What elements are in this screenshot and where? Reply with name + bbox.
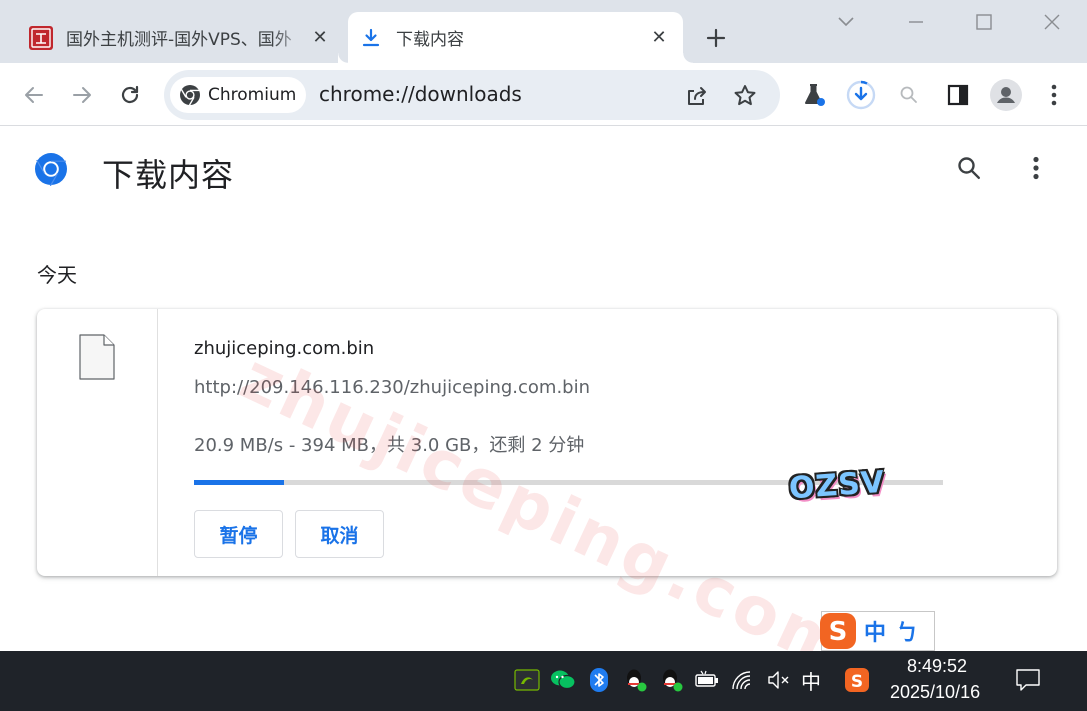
close-tab-icon[interactable]: ✕: [647, 26, 671, 50]
close-window-button[interactable]: [1032, 8, 1072, 36]
labs-button[interactable]: [796, 77, 832, 113]
share-icon: [688, 87, 706, 105]
zoom-search-button[interactable]: [891, 77, 927, 113]
download-file-name[interactable]: zhujiceping.com.bin: [194, 338, 374, 359]
notification-center-button[interactable]: [1012, 663, 1044, 697]
close-tab-icon[interactable]: ✕: [308, 26, 332, 50]
svg-text:S: S: [851, 672, 863, 692]
chrome-logo-icon: [35, 153, 67, 186]
share-button[interactable]: [681, 80, 713, 112]
ime-mode-label[interactable]: 中: [864, 615, 886, 647]
download-progress-icon: [846, 80, 876, 110]
chevron-down-icon: [838, 17, 854, 27]
reload-button[interactable]: [112, 77, 148, 113]
arrow-left-icon: [25, 87, 43, 103]
url-text[interactable]: chrome://downloads: [319, 82, 522, 106]
download-status: 20.9 MB/s - 394 MB，共 3.0 GB，还剩 2 分钟: [194, 435, 585, 456]
sogou-tray-icon[interactable]: S: [842, 663, 872, 697]
cancel-button[interactable]: 取消: [295, 510, 384, 558]
clock-time[interactable]: 8:49:52: [907, 656, 967, 677]
tab-downloads[interactable]: 下载内容 ✕: [348, 12, 683, 63]
minimize-button[interactable]: [896, 8, 936, 36]
side-panel-icon: [947, 84, 969, 106]
side-panel-button[interactable]: [940, 77, 976, 113]
nvidia-tray-icon[interactable]: [512, 663, 542, 697]
reload-icon: [121, 85, 139, 104]
plus-icon: [706, 28, 726, 48]
downloads-menu-button[interactable]: [1018, 150, 1054, 186]
section-date-label: 今天: [37, 263, 77, 287]
close-icon: [1044, 14, 1060, 30]
maximize-icon: [976, 14, 992, 30]
tab-search-button[interactable]: [826, 8, 866, 36]
download-icon: [358, 25, 384, 51]
arrow-right-icon: [73, 87, 91, 103]
tab-title: 下载内容: [396, 30, 464, 50]
download-source-url[interactable]: http://209.146.116.230/zhujiceping.com.b…: [194, 377, 590, 398]
battery-tray-icon[interactable]: [692, 663, 722, 697]
new-tab-button[interactable]: [700, 22, 732, 54]
ime-punct-label[interactable]: ㄅ: [896, 615, 918, 647]
profile-button[interactable]: [988, 77, 1024, 113]
site-chip-label: Chromium: [208, 85, 297, 105]
ime-toolbar[interactable]: S 中 ㄅ: [820, 611, 935, 651]
browser-menu-button[interactable]: [1036, 77, 1072, 113]
bookmark-button[interactable]: [729, 80, 761, 112]
qq-tray-icon[interactable]: [656, 663, 686, 697]
page-title: 下载内容: [102, 156, 235, 194]
tab-zhujiceping[interactable]: 国外主机测评-国外VPS、国外 ✕: [18, 12, 344, 63]
chromium-logo-icon: [180, 85, 200, 106]
minimize-icon: [909, 21, 923, 23]
maximize-button[interactable]: [964, 8, 1004, 36]
sogou-logo-icon: S: [820, 613, 856, 649]
svg-text:S: S: [829, 617, 848, 647]
back-button[interactable]: [16, 77, 52, 113]
qq-tray-icon[interactable]: [620, 663, 650, 697]
tab-title: 国外主机测评-国外VPS、国外: [66, 30, 292, 50]
clock-date[interactable]: 2025/10/16: [890, 682, 980, 703]
kebab-menu-icon: [1033, 156, 1039, 180]
bluetooth-tray-icon[interactable]: [584, 663, 614, 697]
search-downloads-button[interactable]: [951, 150, 987, 186]
kebab-menu-icon: [1051, 84, 1057, 106]
site-info-chip[interactable]: Chromium: [170, 77, 306, 113]
notification-icon: [1016, 669, 1040, 691]
search-icon: [900, 86, 917, 103]
site-logo-icon: [28, 25, 54, 51]
search-icon: [958, 157, 980, 179]
avatar-icon: [990, 79, 1022, 111]
volume-muted-icon[interactable]: [764, 663, 794, 697]
watermark-badge: OZSV: [787, 464, 887, 506]
forward-button[interactable]: [64, 77, 100, 113]
download-progress-fill: [194, 480, 284, 485]
wechat-tray-icon[interactable]: [548, 663, 578, 697]
file-icon: [79, 334, 115, 380]
flask-icon: [805, 84, 825, 106]
input-language-indicator[interactable]: 中: [801, 666, 821, 695]
wifi-tray-icon[interactable]: [728, 663, 758, 697]
card-divider: [157, 309, 158, 576]
star-icon: [734, 85, 756, 106]
downloads-button[interactable]: [843, 77, 879, 113]
pause-button[interactable]: 暂停: [194, 510, 283, 558]
